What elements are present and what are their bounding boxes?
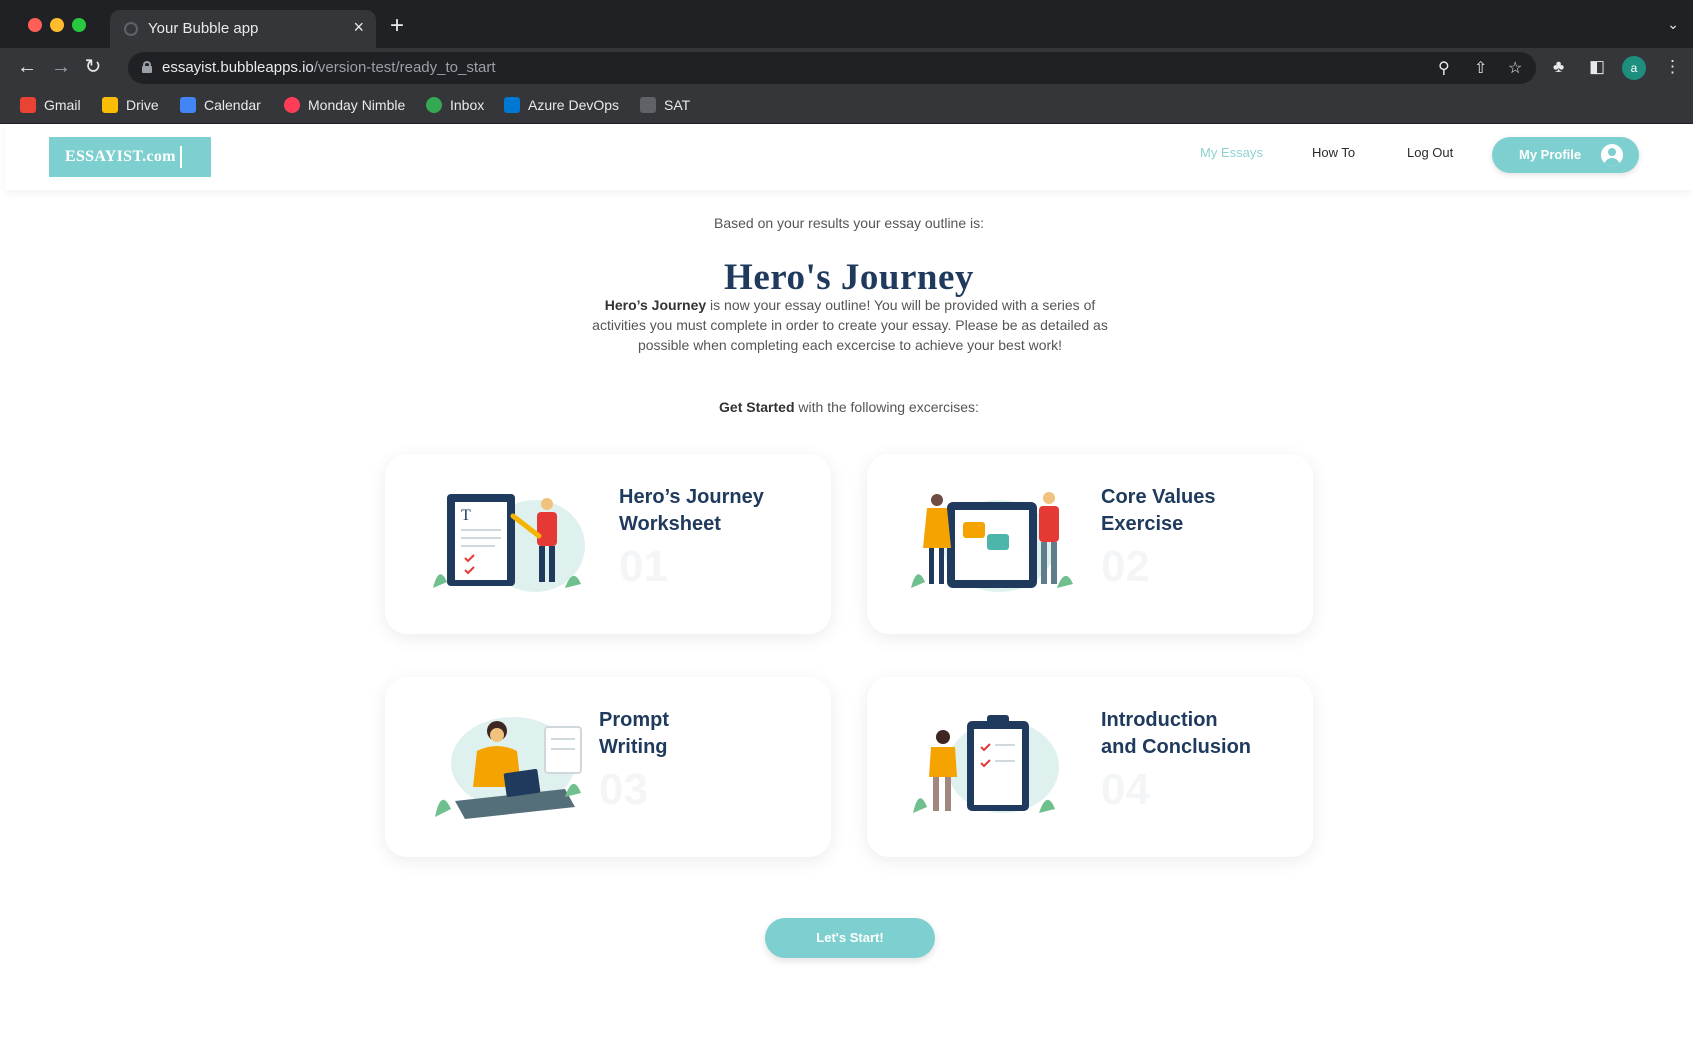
exercise-card-core-values[interactable]: Core Values Exercise 02 [867, 454, 1313, 634]
forward-arrow-icon[interactable]: → [48, 54, 74, 80]
url-domain: essayist.bubbleapps.io [162, 59, 314, 76]
calendar-icon [180, 97, 196, 113]
user-avatar-icon [1601, 144, 1623, 166]
exercise-title: Introduction and Conclusion [1101, 707, 1251, 761]
exercise-title-line2: Writing [599, 736, 668, 758]
exercise-title: Prompt Writing [599, 707, 669, 761]
bookmark-monday-nimble[interactable]: Monday Nimble [284, 97, 405, 113]
tab-search-chevron-icon[interactable]: ⌄ [1667, 16, 1679, 33]
outline-description: Hero’s Journey is now your essay outline… [580, 295, 1120, 355]
url-path: /version-test/ready_to_start [313, 59, 496, 76]
new-tab-button[interactable]: + [390, 14, 404, 38]
extensions-puzzle-icon[interactable]: ♣ [1553, 57, 1564, 77]
browser-profile-avatar[interactable]: a [1622, 56, 1646, 80]
minimize-window-button[interactable] [50, 18, 64, 32]
nav-log-out[interactable]: Log Out [1407, 145, 1453, 160]
prompt-writing-illustration-icon [435, 717, 582, 819]
bookmark-azure-devops[interactable]: Azure DevOps [504, 97, 619, 113]
bookmark-inbox[interactable]: Inbox [426, 97, 484, 113]
logo-cursor [179, 146, 182, 168]
exercise-number: 01 [619, 542, 668, 591]
exercise-title: Core Values Exercise [1101, 484, 1216, 538]
bookmarks-bar: Gmail Drive Calendar Monday Nimble Inbox… [0, 88, 1693, 124]
page: ESSAYIST.com My Essays How To Log Out My… [5, 124, 1693, 1047]
bookmark-label: Monday Nimble [308, 97, 406, 113]
drive-icon [102, 97, 118, 113]
my-profile-label: My Profile [1519, 147, 1582, 162]
bookmark-label: Azure DevOps [528, 97, 620, 113]
url-text[interactable]: essayist.bubbleapps.io/version-test/read… [162, 59, 496, 76]
logo-text: ESSAYIST.com [65, 148, 176, 165]
exercise-title-line2: Exercise [1101, 513, 1184, 535]
bookmark-label: Calendar [204, 97, 261, 113]
back-arrow-icon[interactable]: ← [14, 54, 40, 80]
lets-start-button[interactable]: Let's Start! [765, 918, 935, 958]
outline-title: Hero's Journey [724, 257, 974, 298]
bookmark-gmail[interactable]: Gmail [20, 97, 81, 113]
tab-close-icon[interactable]: × [353, 18, 364, 36]
bookmark-label: Inbox [450, 97, 485, 113]
nav-how-to[interactable]: How To [1312, 145, 1355, 160]
bookmark-label: Drive [126, 97, 159, 113]
reload-icon[interactable]: ↻ [80, 54, 106, 80]
browser-chrome: Your Bubble app × + ⌄ ← → ↻ essayist.bub… [0, 0, 1693, 124]
maximize-window-button[interactable] [72, 18, 86, 32]
site-logo[interactable]: ESSAYIST.com [49, 137, 211, 177]
close-window-button[interactable] [28, 18, 42, 32]
tab-strip: Your Bubble app × + ⌄ [0, 0, 1693, 48]
exercise-number: 04 [1101, 765, 1150, 814]
lock-icon [142, 61, 152, 73]
tab-title: Your Bubble app [148, 20, 259, 37]
bubble-favicon-icon [124, 22, 138, 36]
browser-menu-icon[interactable]: ⋮ [1664, 57, 1681, 77]
bookmark-label: SAT [664, 97, 691, 113]
zoom-icon[interactable]: ⚲ [1438, 58, 1450, 78]
exercise-title: Hero’s Journey Worksheet [619, 484, 764, 538]
exercise-title-line2: and Conclusion [1101, 736, 1251, 758]
exercise-card-prompt-writing[interactable]: Prompt Writing 03 [385, 677, 831, 857]
my-profile-button[interactable]: My Profile [1492, 137, 1639, 173]
outline-name-bold: Hero’s Journey [604, 297, 707, 313]
svg-text:T: T [461, 507, 471, 524]
browser-toolbar: ← → ↻ essayist.bubbleapps.io/version-tes… [0, 48, 1693, 88]
bookmark-star-icon[interactable]: ☆ [1508, 58, 1522, 78]
exercise-card-heros-journey[interactable]: T Hero’s Journey Worksheet 01 [385, 454, 831, 634]
worksheet-illustration-icon: T [433, 494, 585, 592]
exercise-title-line1: Introduction [1101, 709, 1218, 731]
intro-text: Based on your results your essay outline… [713, 215, 985, 231]
bookmark-drive[interactable]: Drive [102, 97, 159, 113]
browser-tab[interactable]: Your Bubble app × [110, 10, 376, 48]
exercise-title-line1: Hero’s Journey [619, 486, 764, 508]
address-bar[interactable]: essayist.bubbleapps.io/version-test/read… [128, 52, 1536, 84]
exercise-card-introduction-conclusion[interactable]: Introduction and Conclusion 04 [867, 677, 1313, 857]
get-started-bold: Get Started [719, 399, 795, 415]
nav-my-essays[interactable]: My Essays [1200, 145, 1263, 160]
side-panel-icon[interactable]: ◧ [1589, 57, 1605, 77]
bookmark-label: Gmail [44, 97, 81, 113]
exercise-number: 02 [1101, 542, 1150, 591]
introduction-conclusion-illustration-icon [913, 715, 1059, 813]
get-started-rest: with the following excercises: [794, 399, 979, 415]
bookmark-calendar[interactable]: Calendar [180, 97, 261, 113]
gmail-icon [20, 97, 36, 113]
share-icon[interactable]: ⇧ [1474, 58, 1487, 78]
monday-icon [284, 97, 300, 113]
exercise-title-line2: Worksheet [619, 513, 721, 535]
exercise-title-line1: Prompt [599, 709, 669, 731]
inbox-icon [426, 97, 442, 113]
site-header: ESSAYIST.com My Essays How To Log Out My… [5, 124, 1693, 190]
exercise-number: 03 [599, 765, 648, 814]
sat-icon [640, 97, 656, 113]
bookmark-sat[interactable]: SAT [640, 97, 690, 113]
get-started-text: Get Started with the following excercise… [5, 399, 1693, 415]
exercise-title-line1: Core Values [1101, 486, 1216, 508]
azure-devops-icon [504, 97, 520, 113]
core-values-illustration-icon [911, 492, 1073, 592]
